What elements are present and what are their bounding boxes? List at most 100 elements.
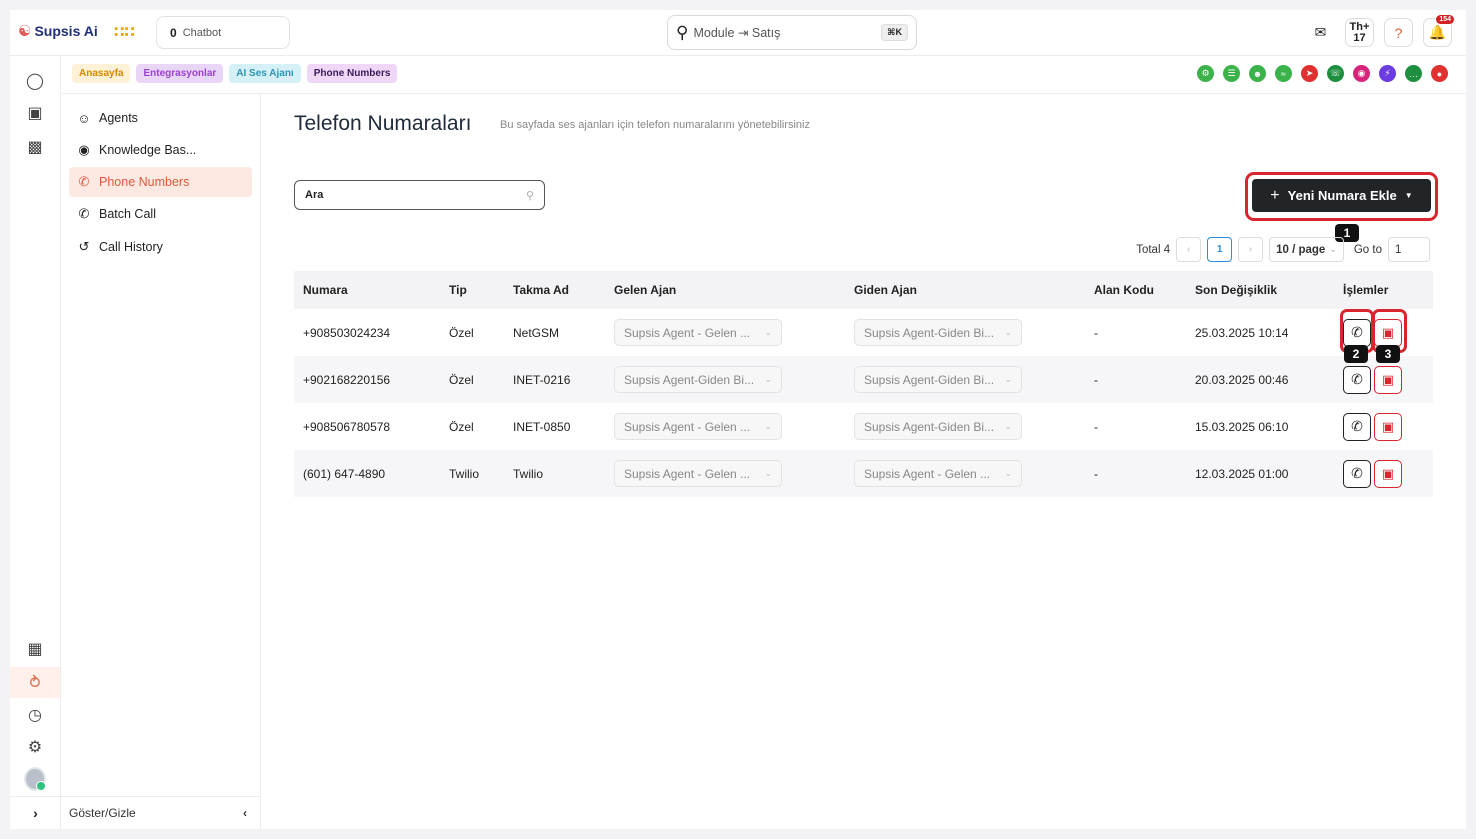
text-size-button[interactable]: Th+ 17 <box>1345 18 1374 47</box>
chatbot-selector[interactable]: 0 Chatbot <box>156 16 290 49</box>
contacts-icon[interactable]: ▣ <box>24 102 46 124</box>
chevron-down-icon: ⌄ <box>764 374 772 384</box>
gelen-ajan-select[interactable]: Supsis Agent - Gelen ... ⌄ <box>614 460 782 487</box>
help-icon[interactable]: ? <box>1384 18 1413 47</box>
next-page-button[interactable]: › <box>1238 237 1264 262</box>
list-icon[interactable]: ☰ <box>1223 65 1240 82</box>
app-logo[interactable]: ☯ Supsis Ai <box>18 22 98 40</box>
giden-ajan-select[interactable]: Supsis Agent - Gelen ... ⌄ <box>854 460 1022 487</box>
page-size-select[interactable]: 10 / page ⌄ <box>1269 237 1344 262</box>
logo-icon: ☯ <box>18 23 32 40</box>
col-islemler: İşlemler <box>1343 283 1389 297</box>
giden-ajan-select[interactable]: Supsis Agent-Giden Bi... ⌄ <box>854 319 1022 346</box>
sidebar-item-agents[interactable]: ☺ Agents <box>69 103 252 133</box>
chatbot-label: Chatbot <box>182 26 222 39</box>
gelen-ajan-select[interactable]: Supsis Agent-Giden Bi... ⌄ <box>614 366 782 393</box>
gelen-ajan-select[interactable]: Supsis Agent - Gelen ... ⌄ <box>614 319 782 346</box>
chevron-left-icon: ‹ <box>243 806 247 820</box>
total-count: Total 4 <box>1136 243 1171 256</box>
search-input[interactable] <box>305 189 505 201</box>
whatsapp-icon[interactable]: ☏ <box>1327 65 1344 82</box>
dashboard-icon[interactable]: ▦ <box>24 638 46 660</box>
sidebar-item-call-history[interactable]: ↺ Call History <box>69 232 252 262</box>
global-search[interactable]: ⚲ Module ⇥ Satış ⌘K <box>667 15 917 50</box>
col-alan-kodu[interactable]: Alan Kodu <box>1085 271 1186 309</box>
instagram-icon[interactable]: ◉ <box>1353 65 1370 82</box>
add-number-button[interactable]: + Yeni Numara Ekle ▼ <box>1252 179 1431 212</box>
voice-agent-icon[interactable]: ☻ <box>1249 65 1266 82</box>
page-1-button[interactable]: 1 <box>1207 237 1233 262</box>
cell-alan-kodu: - <box>1094 419 1098 434</box>
chevron-down-icon: ⌄ <box>1004 374 1012 384</box>
col-tip[interactable]: Tip <box>440 271 504 309</box>
chevron-down-icon: ⌄ <box>764 421 772 431</box>
notification-bell-icon[interactable]: 🔔 154 <box>1423 15 1454 47</box>
mail-icon[interactable]: ✉ <box>1306 18 1335 47</box>
cell-takma-ad: INET-0216 <box>513 372 571 387</box>
chevron-down-icon: ⌄ <box>1004 421 1012 431</box>
table-row: +902168220156 Özel INET-0216 Supsis Agen… <box>294 356 1433 403</box>
breadcrumb-home[interactable]: Anasayfa <box>72 64 131 83</box>
giden-ajan-select[interactable]: Supsis Agent-Giden Bi... ⌄ <box>854 413 1022 440</box>
inbox-icon[interactable]: ▩ <box>24 136 46 158</box>
toggle-sidebar-button[interactable]: Göster/Gizle ‹ <box>61 796 261 829</box>
search-icon: ⚲ <box>525 189 534 202</box>
call-button[interactable]: ✆ <box>1343 412 1371 441</box>
search-field[interactable]: ⚲ <box>294 180 545 210</box>
wifi-icon[interactable]: ≈ <box>1275 65 1292 82</box>
breadcrumb-phone-numbers[interactable]: Phone Numbers <box>306 64 398 83</box>
cell-numara: +902168220156 <box>303 372 391 387</box>
call-button[interactable]: ✆ <box>1343 459 1371 488</box>
table-row: (601) 647-4890 Twilio Twilio Supsis Agen… <box>294 450 1433 497</box>
select-value: Supsis Agent-Giden Bi... <box>864 325 995 340</box>
giden-ajan-select[interactable]: Supsis Agent-Giden Bi... ⌄ <box>854 366 1022 393</box>
delete-button[interactable]: ▣ <box>1374 365 1402 394</box>
breadcrumb-ai-voice-agent[interactable]: AI Ses Ajanı <box>229 64 301 83</box>
reports-icon[interactable]: ◷ <box>24 704 46 726</box>
col-takma-ad[interactable]: Takma Ad <box>504 271 605 309</box>
expand-chevron-icon[interactable]: › <box>10 796 61 829</box>
plus-icon: + <box>1270 186 1280 204</box>
goto-input[interactable]: 1 <box>1388 237 1430 262</box>
bot-icon[interactable]: ⚙ <box>1197 65 1214 82</box>
chatbot-count: 0 <box>170 25 177 40</box>
select-value: Supsis Agent - Gelen ... <box>624 325 751 340</box>
app-window: ☯ Supsis Ai ∷∷ 0 Chatbot ⚲ Module ⇥ Satı… <box>10 10 1466 829</box>
sidebar-item-batch-call[interactable]: ✆ Batch Call <box>69 199 252 229</box>
other-channel-icon[interactable]: ● <box>1431 65 1448 82</box>
gelen-ajan-select[interactable]: Supsis Agent - Gelen ... ⌄ <box>614 413 782 440</box>
sidebar-item-label: Call History <box>99 240 163 254</box>
delete-button[interactable]: ▣ <box>1374 459 1402 488</box>
sidebar-item-phone-numbers[interactable]: ✆ Phone Numbers <box>69 167 252 197</box>
delete-button[interactable]: ▣ <box>1374 412 1402 441</box>
select-value: Supsis Agent - Gelen ... <box>624 466 751 481</box>
cell-son-degisiklik: 12.03.2025 01:00 <box>1195 466 1289 481</box>
page-size-value: 10 / page <box>1276 243 1326 256</box>
prev-page-button[interactable]: ‹ <box>1176 237 1202 262</box>
settings-gear-icon[interactable]: ⚙ <box>24 736 46 758</box>
call-button[interactable]: ✆ <box>1343 365 1371 394</box>
col-son-degisiklik[interactable]: Son Değişiklik <box>1186 271 1334 309</box>
marker-2: 2 <box>1344 345 1368 363</box>
telegram-icon[interactable]: ➤ <box>1301 65 1318 82</box>
main-content: Telefon Numaraları Bu sayfada ses ajanla… <box>261 94 1466 829</box>
chat-icon[interactable]: ◯ <box>24 70 46 92</box>
sidebar-item-knowledge-base[interactable]: ◉ Knowledge Bas... <box>69 135 252 165</box>
sms-icon[interactable]: … <box>1405 65 1422 82</box>
avatar <box>24 767 46 791</box>
apps-grid-icon[interactable]: ∷∷ <box>114 23 135 41</box>
phone-icon: ✆ <box>78 174 90 189</box>
col-gelen-ajan[interactable]: Gelen Ajan <box>605 271 845 309</box>
integrations-share-icon[interactable]: ⥁ <box>10 667 60 698</box>
user-avatar[interactable] <box>24 767 46 791</box>
page-subtitle: Bu sayfada ses ajanları için telefon num… <box>500 119 810 131</box>
breadcrumb-integrations[interactable]: Entegrasyonlar <box>136 64 224 83</box>
col-giden-ajan[interactable]: Giden Ajan <box>845 271 1085 309</box>
col-numara[interactable]: Numara <box>294 271 440 309</box>
table-header-row: Numara Tip Takma Ad Gelen Ajan Giden Aja… <box>294 271 1433 309</box>
topbar-actions: ✉ Th+ 17 ? 🔔 154 <box>1306 15 1454 47</box>
select-value: Supsis Agent-Giden Bi... <box>864 372 995 387</box>
select-value: Supsis Agent - Gelen ... <box>864 466 991 481</box>
trash-icon: ▣ <box>1381 418 1395 434</box>
messenger-icon[interactable]: ⚡ <box>1379 65 1396 82</box>
